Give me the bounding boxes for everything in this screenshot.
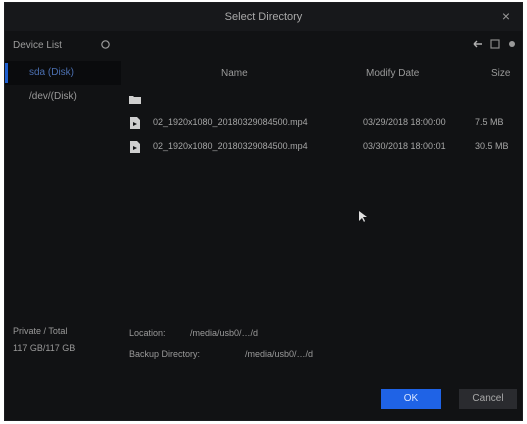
backup-directory-value: /media/usb0/…/d bbox=[245, 349, 314, 359]
dialog-title: Select Directory bbox=[224, 11, 303, 23]
location-value: /media/usb0/…/d bbox=[190, 328, 259, 338]
grid-icon[interactable] bbox=[489, 38, 501, 50]
video-file-icon bbox=[130, 117, 140, 129]
table-row[interactable]: 02_1920x1080_20180329084500.mp4 03/30/20… bbox=[123, 135, 523, 159]
close-icon[interactable]: × bbox=[498, 8, 514, 24]
settings-icon[interactable] bbox=[506, 38, 518, 50]
device-list: sda (Disk) /dev/(Disk) bbox=[5, 61, 121, 109]
column-size[interactable]: Size bbox=[491, 68, 510, 79]
ok-button[interactable]: OK bbox=[381, 389, 441, 409]
table-row[interactable] bbox=[123, 87, 523, 111]
file-size: 7.5 MB bbox=[475, 117, 504, 127]
title-bar: Select Directory × bbox=[5, 3, 522, 31]
sidebar-item-label: sda (Disk) bbox=[29, 67, 75, 78]
folder-icon bbox=[129, 96, 141, 104]
file-name: 02_1920x1080_20180329084500.mp4 bbox=[153, 141, 308, 151]
table-row[interactable]: 02_1920x1080_20180329084500.mp4 03/29/20… bbox=[123, 111, 523, 135]
refresh-icon[interactable] bbox=[100, 39, 111, 50]
back-icon[interactable] bbox=[472, 38, 484, 50]
column-name[interactable]: Name bbox=[221, 68, 248, 79]
capacity-label: Private / Total bbox=[13, 326, 68, 336]
file-size: 30.5 MB bbox=[475, 141, 509, 151]
file-date: 03/29/2018 18:00:00 bbox=[363, 117, 446, 127]
select-directory-dialog: Select Directory × Device List sda (Disk… bbox=[4, 2, 523, 421]
video-file-icon bbox=[130, 141, 140, 153]
cancel-button[interactable]: Cancel bbox=[459, 389, 517, 409]
column-modify-date[interactable]: Modify Date bbox=[366, 68, 419, 79]
location-label: Location: bbox=[129, 328, 166, 338]
sidebar-item-disk-1[interactable]: sda (Disk) bbox=[5, 61, 121, 85]
sidebar-item-label: /dev/(Disk) bbox=[29, 91, 77, 102]
mouse-cursor-icon bbox=[359, 211, 367, 222]
backup-directory-label: Backup Directory: bbox=[129, 349, 201, 359]
sidebar-item-disk-2[interactable]: /dev/(Disk) bbox=[5, 85, 121, 109]
file-table-header: Name Modify Date Size bbox=[123, 61, 523, 85]
file-date: 03/30/2018 18:00:01 bbox=[363, 141, 446, 151]
capacity-value: 117 GB/117 GB bbox=[13, 343, 76, 353]
file-name: 02_1920x1080_20180329084500.mp4 bbox=[153, 117, 308, 127]
device-list-label: Device List bbox=[13, 40, 62, 51]
file-list: 02_1920x1080_20180329084500.mp4 03/29/20… bbox=[123, 87, 523, 159]
